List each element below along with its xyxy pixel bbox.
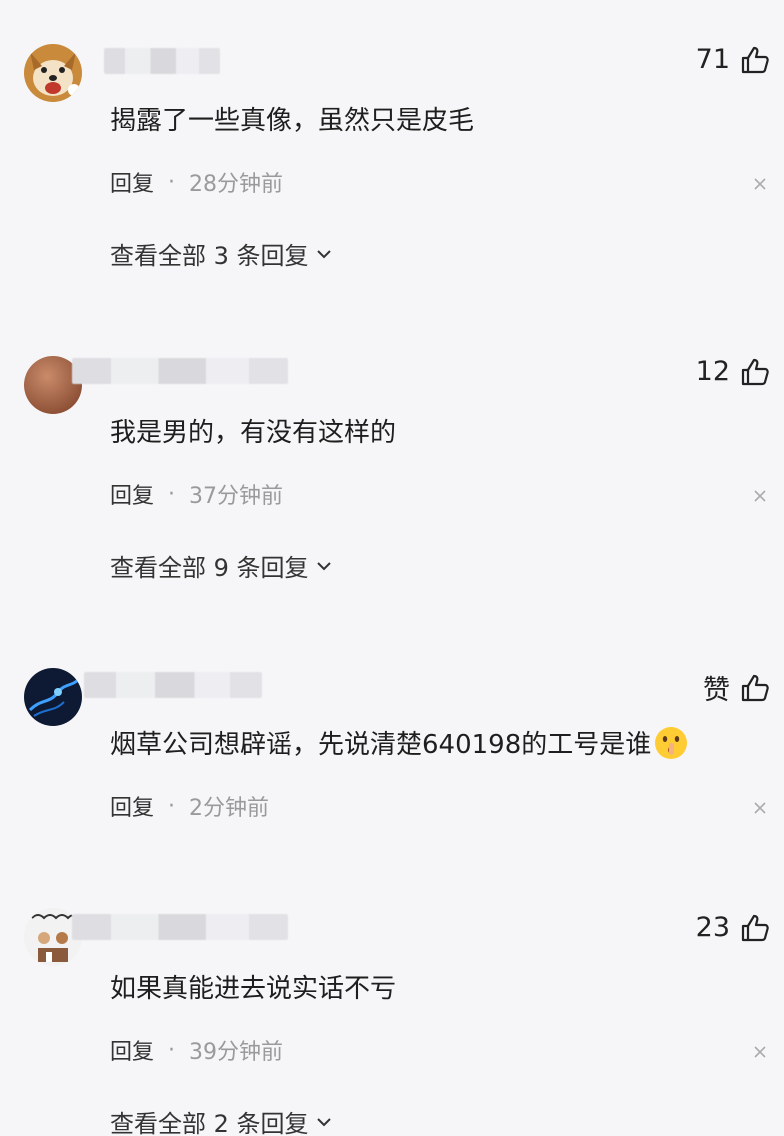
like-group[interactable]: 23 bbox=[696, 912, 770, 943]
avatar[interactable] bbox=[24, 668, 82, 726]
comment-text: 揭露了一些真像，虽然只是皮毛 bbox=[110, 100, 474, 137]
comment-item: 12 我是男的，有没有这样的 回复 · 37分钟前 查看全部 9 条回复 bbox=[0, 312, 784, 624]
thumbs-up-icon[interactable] bbox=[740, 913, 770, 943]
reply-button[interactable]: 回复 bbox=[110, 166, 154, 198]
comment-text-content: 烟草公司想辟谣，先说清楚640198的工号是谁 bbox=[110, 730, 652, 760]
like-group[interactable]: 71 bbox=[696, 44, 770, 75]
chevron-down-icon bbox=[316, 249, 331, 258]
comment-meta: 回复 · 39分钟前 bbox=[110, 1034, 283, 1066]
username-blurred[interactable] bbox=[72, 358, 288, 384]
dog-avatar-icon bbox=[24, 44, 82, 102]
comment-text: 烟草公司想辟谣，先说清楚640198的工号是谁 bbox=[110, 724, 689, 761]
comment-text-content: 如果真能进去说实话不亏 bbox=[110, 974, 397, 1004]
comment-text: 我是男的，有没有这样的 bbox=[110, 412, 396, 449]
close-icon[interactable] bbox=[752, 488, 768, 504]
username-blurred[interactable] bbox=[104, 48, 220, 74]
like-count: 12 bbox=[695, 356, 730, 387]
view-replies-label: 查看全部 2 条回复 bbox=[110, 1110, 309, 1136]
view-replies-button[interactable]: 查看全部 2 条回复 bbox=[110, 1104, 333, 1136]
timestamp: 37分钟前 bbox=[189, 484, 284, 509]
comment-text-content: 揭露了一些真像，虽然只是皮毛 bbox=[110, 106, 475, 136]
thumbs-up-icon[interactable] bbox=[740, 673, 770, 703]
username-blurred[interactable] bbox=[84, 672, 262, 698]
separator: · bbox=[168, 793, 176, 819]
close-icon[interactable] bbox=[752, 176, 768, 192]
reply-button[interactable]: 回复 bbox=[110, 1034, 154, 1066]
separator: · bbox=[168, 169, 176, 195]
comment-item: 71 揭露了一些真像，虽然只是皮毛 回复 · 28分钟前 查看全部 3 条回复 bbox=[0, 0, 784, 312]
close-icon[interactable] bbox=[752, 1044, 768, 1060]
comment-meta: 回复 · 37分钟前 bbox=[110, 478, 283, 510]
thumbs-up-icon[interactable] bbox=[740, 357, 770, 387]
thumbs-up-icon[interactable] bbox=[740, 45, 770, 75]
separator: · bbox=[168, 481, 176, 507]
timestamp: 2分钟前 bbox=[189, 796, 270, 821]
like-count: 23 bbox=[695, 912, 730, 943]
separator: · bbox=[168, 1037, 176, 1063]
like-label: 赞 bbox=[703, 675, 730, 706]
reply-button[interactable]: 回复 bbox=[110, 790, 154, 822]
chevron-down-icon bbox=[316, 561, 331, 570]
shushing-face-emoji-icon bbox=[655, 726, 688, 759]
view-replies-button[interactable]: 查看全部 3 条回复 bbox=[110, 236, 333, 271]
comment-list: 71 揭露了一些真像，虽然只是皮毛 回复 · 28分钟前 查看全部 3 条回复 bbox=[0, 0, 784, 1136]
comment-meta: 回复 · 28分钟前 bbox=[110, 166, 283, 198]
timestamp: 28分钟前 bbox=[189, 172, 284, 197]
comment-text: 如果真能进去说实话不亏 bbox=[110, 968, 396, 1005]
view-replies-label: 查看全部 3 条回复 bbox=[110, 242, 309, 270]
username-blurred[interactable] bbox=[72, 914, 288, 940]
chevron-down-icon bbox=[316, 1117, 331, 1126]
profile-photo-icon bbox=[24, 668, 82, 726]
timestamp: 39分钟前 bbox=[189, 1040, 284, 1065]
view-replies-label: 查看全部 9 条回复 bbox=[110, 554, 309, 582]
comment-meta: 回复 · 2分钟前 bbox=[110, 790, 269, 822]
like-group[interactable]: 赞 bbox=[703, 668, 770, 707]
comment-text-content: 我是男的，有没有这样的 bbox=[110, 418, 397, 448]
comment-item: 23 如果真能进去说实话不亏 回复 · 39分钟前 查看全部 2 条回复 bbox=[0, 868, 784, 1136]
like-count: 71 bbox=[695, 44, 730, 75]
like-group[interactable]: 12 bbox=[696, 356, 770, 387]
reply-button[interactable]: 回复 bbox=[110, 478, 154, 510]
view-replies-button[interactable]: 查看全部 9 条回复 bbox=[110, 548, 333, 583]
close-icon[interactable] bbox=[752, 800, 768, 816]
avatar[interactable] bbox=[24, 44, 82, 102]
